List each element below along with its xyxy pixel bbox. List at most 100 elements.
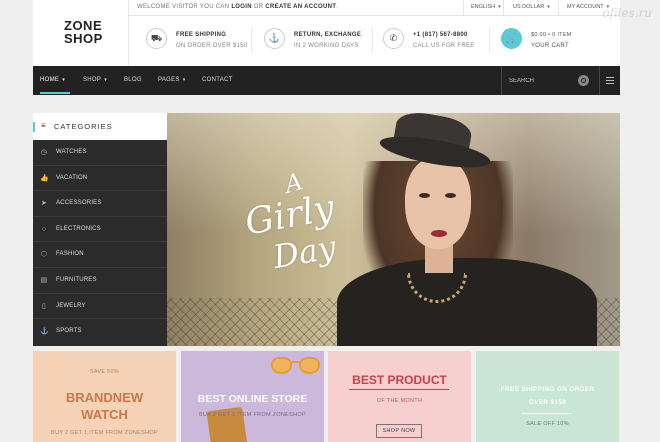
main-nav: HOME ▾ SHOP ▾ BLOG PAGES ▾ CONTACT — [33, 66, 620, 95]
search-icon[interactable] — [578, 75, 589, 86]
welcome-text: WELCOME VISITOR YOU CAN — [137, 4, 232, 10]
welcome-period: . — [336, 4, 339, 10]
banner-title: BEST ONLINE STORE — [197, 393, 308, 405]
site-logo[interactable]: ZONE SHOP — [33, 0, 129, 66]
category-label: SPORTS — [56, 328, 82, 335]
phone-icon: ✆ — [383, 28, 404, 49]
nav-label: CONTACT — [202, 77, 233, 83]
nav-pages[interactable]: PAGES ▾ — [158, 77, 186, 83]
film-icon: ▤ — [40, 277, 48, 284]
logo-line-2: SHOP — [64, 31, 103, 46]
accent-bar — [33, 122, 35, 132]
category-label: JEWELRY — [56, 302, 86, 309]
caret-down-icon: ▾ — [498, 4, 501, 10]
divider — [251, 28, 252, 52]
feature-title: FREE SHIPPING — [176, 32, 227, 38]
login-link[interactable]: LOGIN — [231, 4, 252, 10]
category-label: FASHION — [56, 251, 84, 258]
search-input[interactable] — [509, 75, 569, 86]
category-label: ELECTRONICS — [56, 225, 101, 232]
category-electronics[interactable]: ○ ELECTRONICS — [33, 217, 167, 243]
currency-selector[interactable]: US DOLLAR ▾ — [503, 0, 558, 16]
welcome-message: WELCOME VISITOR YOU CAN LOGIN OR CREATE … — [137, 4, 338, 10]
nav-shop[interactable]: SHOP ▾ — [83, 77, 107, 83]
shop-now-button[interactable]: SHOP NOW — [376, 424, 422, 438]
nav-label: BLOG — [124, 77, 142, 83]
nav-label: HOME — [40, 77, 60, 83]
banner-subtitle: SALE OFF 10% — [526, 421, 569, 427]
site-header: ZONE SHOP WELCOME VISITOR YOU CAN LOGIN … — [33, 0, 620, 66]
truck-icon: ⛟ — [146, 28, 167, 49]
promo-banner-watch[interactable]: SAVE 50% BRANDNEW WATCH BUY 2 GET 1 ITEM… — [33, 351, 176, 442]
banner-title: BEST PRODUCT — [352, 373, 447, 387]
anchor-icon: ⚓ — [40, 328, 49, 336]
divider — [522, 413, 572, 414]
hero-lips — [431, 230, 447, 237]
create-account-link[interactable]: CREATE AN ACCOUNT — [265, 4, 336, 10]
sunglasses-image — [267, 353, 324, 375]
menu-icon[interactable] — [599, 66, 620, 95]
category-label: VACATION — [56, 174, 88, 181]
nav-blog[interactable]: BLOG — [124, 77, 142, 83]
promo-banner-online-store[interactable]: BEST ONLINE STORE BUY 2 GET 1 ITEM FROM … — [181, 351, 324, 442]
cart-label: YOUR CART — [531, 43, 569, 49]
language-selector[interactable]: ENGLISH ▾ — [463, 0, 503, 16]
top-bar: WELCOME VISITOR YOU CAN LOGIN OR CREATE … — [129, 0, 620, 16]
category-furnitures[interactable]: ▤ FURNITURES — [33, 268, 167, 294]
hero-eye — [445, 193, 456, 198]
category-watches[interactable]: ◷ WATCHES — [33, 140, 167, 166]
caret-down-icon: ▾ — [62, 77, 66, 83]
currency-label: US DOLLAR — [513, 4, 545, 10]
category-label: FURNITURES — [56, 277, 97, 283]
category-label: WATCHES — [56, 149, 87, 155]
anchor-icon: ⚓ — [264, 28, 285, 49]
account-label: MY ACCOUNT — [567, 4, 604, 10]
banner-title-2: OVER $150 — [528, 399, 567, 406]
welcome-or: OR — [251, 4, 266, 10]
category-label: ACCESSORIES — [56, 200, 102, 207]
divider — [372, 28, 373, 52]
banner-title-2: WATCH — [81, 407, 128, 422]
banner-subtitle: BUY 2 GET 1 ITEM FROM ZONESHOP — [51, 430, 158, 436]
cart-total: $0.00 • 0 ITEM — [531, 32, 572, 38]
nav-contact[interactable]: CONTACT — [202, 77, 233, 83]
paper-plane-icon: ➤ — [40, 200, 48, 208]
feature-subtitle: IN 2 WORKING DAYS — [294, 43, 359, 49]
nav-label: PAGES — [158, 77, 180, 83]
clock-icon: ◷ — [40, 149, 48, 156]
feature-title: +1 (817) 567-8800 — [413, 32, 468, 38]
promo-banner-best-product[interactable]: BEST PRODUCT OF THE MONTH SHOP NOW — [328, 351, 471, 442]
category-sports[interactable]: ⚓ SPORTS — [33, 319, 167, 345]
banner-subtitle: OF THE MONTH — [376, 398, 423, 404]
search-box — [501, 66, 599, 95]
divider — [349, 389, 449, 390]
tag-icon: ⬡ — [40, 251, 48, 259]
hero-banner[interactable]: A Girly Day — [167, 113, 620, 346]
feature-subtitle: CALL US FOR FREE — [413, 43, 475, 49]
nav-label: SHOP — [83, 77, 102, 83]
category-jewelry[interactable]: ▯ JEWELRY — [33, 294, 167, 320]
category-vacation[interactable]: 👍 VACATION — [33, 166, 167, 192]
banner-top-text: SAVE 50% — [89, 369, 120, 375]
promo-banner-free-shipping[interactable]: FREE SHIPPING ON ORDER OVER $150 SALE OF… — [476, 351, 619, 442]
categories-list: ◷ WATCHES 👍 VACATION ➤ ACCESSORIES ○ ELECTRO… — [33, 140, 167, 346]
hero-eye — [419, 193, 430, 198]
nav-home[interactable]: HOME ▾ — [40, 77, 65, 83]
feature-title: RETURN, EXCHANGE — [294, 32, 362, 38]
banner-title-1: BRANDNEW — [65, 390, 144, 405]
watermark: ofiles.ru — [602, 6, 652, 20]
hero-jacket — [337, 258, 597, 346]
circle-icon: ○ — [41, 225, 47, 233]
thumbs-up-icon: 👍 — [40, 174, 49, 182]
bag-icon: ▯ — [41, 302, 47, 310]
list-icon: ≡ — [41, 121, 46, 130]
feature-subtitle: ON ORDER OVER $150 — [176, 43, 248, 49]
caret-down-icon: ▾ — [104, 77, 108, 83]
category-fashion[interactable]: ⬡ FASHION — [33, 242, 167, 268]
categories-header: ≡ CATEGORIES — [33, 113, 167, 140]
divider — [489, 28, 490, 52]
banner-subtitle: BUY 2 GET 1 ITEM FROM ZONESHOP — [199, 412, 306, 418]
banner-title-1: FREE SHIPPING ON ORDER — [500, 386, 595, 393]
category-accessories[interactable]: ➤ ACCESSORIES — [33, 191, 167, 217]
caret-down-icon: ▾ — [547, 4, 550, 10]
